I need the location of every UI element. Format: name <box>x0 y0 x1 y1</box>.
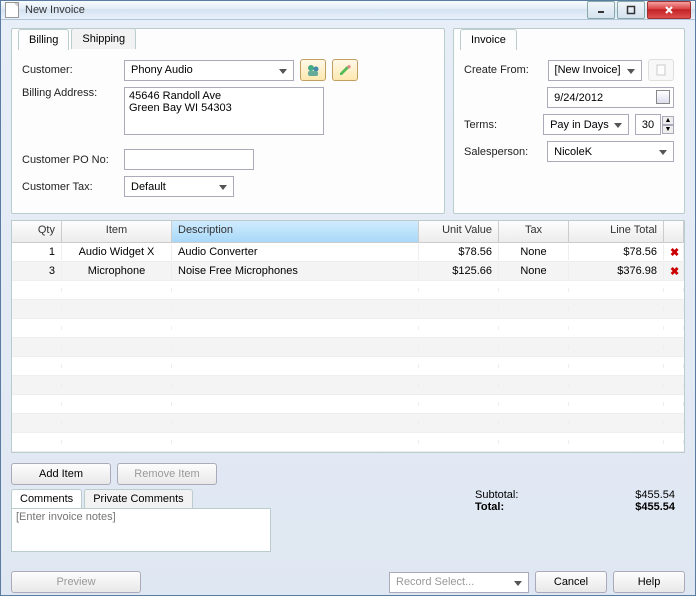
customer-select[interactable]: Phony Audio <box>124 60 294 81</box>
add-item-button[interactable]: Add Item <box>11 463 111 485</box>
window-title: New Invoice <box>25 4 587 16</box>
cell-line-total[interactable]: $376.98 <box>569 263 664 279</box>
header-tax[interactable]: Tax <box>499 221 569 242</box>
subtotal-label: Subtotal: <box>475 489 555 501</box>
table-row[interactable] <box>12 433 684 452</box>
cell-description[interactable]: Audio Converter <box>172 244 419 260</box>
customer-label: Customer: <box>22 64 118 76</box>
remove-item-button[interactable]: Remove Item <box>117 463 217 485</box>
total-value: $455.54 <box>595 501 675 513</box>
subtotal-value: $455.54 <box>595 489 675 501</box>
people-icon <box>306 63 320 77</box>
tab-invoice[interactable]: Invoice <box>460 29 517 50</box>
document-icon <box>5 2 19 18</box>
invoice-notes-input[interactable] <box>11 508 271 552</box>
customer-tax-label: Customer Tax: <box>22 181 118 193</box>
totals-panel: Subtotal: $455.54 Total: $455.54 <box>475 489 685 513</box>
customer-po-input[interactable] <box>124 149 254 170</box>
maximize-button[interactable] <box>617 1 645 19</box>
invoice-panel: Invoice Create From: [New Invoice] 9/2 <box>453 28 685 214</box>
invoice-date-value: 9/24/2012 <box>554 92 603 104</box>
delete-row-icon[interactable]: ✖ <box>664 263 684 280</box>
cell-item[interactable]: Audio Widget X <box>62 244 172 260</box>
customer-po-label: Customer PO No: <box>22 154 118 166</box>
footer-bar: Preview Record Select... Cancel Help <box>1 565 695 603</box>
header-item[interactable]: Item <box>62 221 172 242</box>
preview-button[interactable]: Preview <box>11 571 141 593</box>
document-icon <box>655 64 667 76</box>
terms-days-input[interactable] <box>635 114 661 135</box>
minimize-button[interactable] <box>587 1 615 19</box>
salesperson-value: NicoleK <box>554 146 592 158</box>
grid-body[interactable]: 1Audio Widget XAudio Converter$78.56None… <box>12 243 684 452</box>
pencil-icon <box>338 63 352 77</box>
create-from-label: Create From: <box>464 64 542 76</box>
create-from-button[interactable] <box>648 59 674 81</box>
terms-value: Pay in Days <box>550 119 609 131</box>
cell-item[interactable]: Microphone <box>62 263 172 279</box>
header-description[interactable]: Description <box>172 221 419 242</box>
billing-panel: Billing Shipping Customer: Phony Audio <box>11 28 445 214</box>
tab-shipping[interactable]: Shipping <box>71 28 136 49</box>
window-frame: New Invoice Billing Shipping Customer: <box>0 0 696 596</box>
terms-select[interactable]: Pay in Days <box>543 114 629 135</box>
cell-line-total[interactable]: $78.56 <box>569 244 664 260</box>
invoice-date-picker[interactable]: 9/24/2012 <box>547 87 674 108</box>
terms-label: Terms: <box>464 119 537 131</box>
record-select-label: Record Select... <box>396 576 474 588</box>
table-row[interactable] <box>12 414 684 433</box>
titlebar[interactable]: New Invoice <box>1 1 695 20</box>
table-row[interactable] <box>12 338 684 357</box>
customer-lookup-button[interactable] <box>300 59 326 81</box>
comments-panel: Comments Private Comments <box>11 489 271 555</box>
create-from-value: [New Invoice] <box>555 64 621 76</box>
tab-private-comments[interactable]: Private Comments <box>84 489 192 508</box>
table-row[interactable] <box>12 376 684 395</box>
header-line-total[interactable]: Line Total <box>569 221 664 242</box>
table-row[interactable] <box>12 300 684 319</box>
cell-description[interactable]: Noise Free Microphones <box>172 263 419 279</box>
total-label: Total: <box>475 501 555 513</box>
close-button[interactable] <box>647 1 691 19</box>
spin-down-button[interactable]: ▼ <box>662 125 674 134</box>
help-button[interactable]: Help <box>613 571 685 593</box>
customer-edit-button[interactable] <box>332 59 358 81</box>
cell-tax[interactable]: None <box>499 244 569 260</box>
salesperson-select[interactable]: NicoleK <box>547 141 674 162</box>
cell-unit-value[interactable]: $78.56 <box>419 244 499 260</box>
grid-header: Qty Item Description Unit Value Tax Line… <box>12 221 684 243</box>
table-row[interactable] <box>12 281 684 300</box>
billing-address-label: Billing Address: <box>22 87 118 99</box>
table-row[interactable]: 1Audio Widget XAudio Converter$78.56None… <box>12 243 684 262</box>
table-row[interactable] <box>12 357 684 376</box>
terms-days-spinner[interactable]: ▲ ▼ <box>635 114 674 135</box>
calendar-icon <box>656 90 670 104</box>
record-select[interactable]: Record Select... <box>389 572 529 593</box>
table-row[interactable] <box>12 395 684 414</box>
table-row[interactable] <box>12 319 684 338</box>
salesperson-label: Salesperson: <box>464 146 541 158</box>
billing-address-input[interactable] <box>124 87 324 135</box>
customer-value: Phony Audio <box>131 64 193 76</box>
cell-qty[interactable]: 1 <box>12 244 62 260</box>
customer-tax-value: Default <box>131 181 166 193</box>
cell-unit-value[interactable]: $125.66 <box>419 263 499 279</box>
cell-qty[interactable]: 3 <box>12 263 62 279</box>
header-qty[interactable]: Qty <box>12 221 62 242</box>
create-from-select[interactable]: [New Invoice] <box>548 60 643 81</box>
tab-comments[interactable]: Comments <box>11 489 82 508</box>
tab-billing[interactable]: Billing <box>18 29 69 50</box>
customer-tax-select[interactable]: Default <box>124 176 234 197</box>
cell-tax[interactable]: None <box>499 263 569 279</box>
table-row[interactable]: 3MicrophoneNoise Free Microphones$125.66… <box>12 262 684 281</box>
delete-row-icon[interactable]: ✖ <box>664 244 684 261</box>
header-unit-value[interactable]: Unit Value <box>419 221 499 242</box>
cancel-button[interactable]: Cancel <box>535 571 607 593</box>
spin-up-button[interactable]: ▲ <box>662 116 674 125</box>
line-items-grid: Qty Item Description Unit Value Tax Line… <box>11 220 685 453</box>
header-delete <box>664 221 684 242</box>
